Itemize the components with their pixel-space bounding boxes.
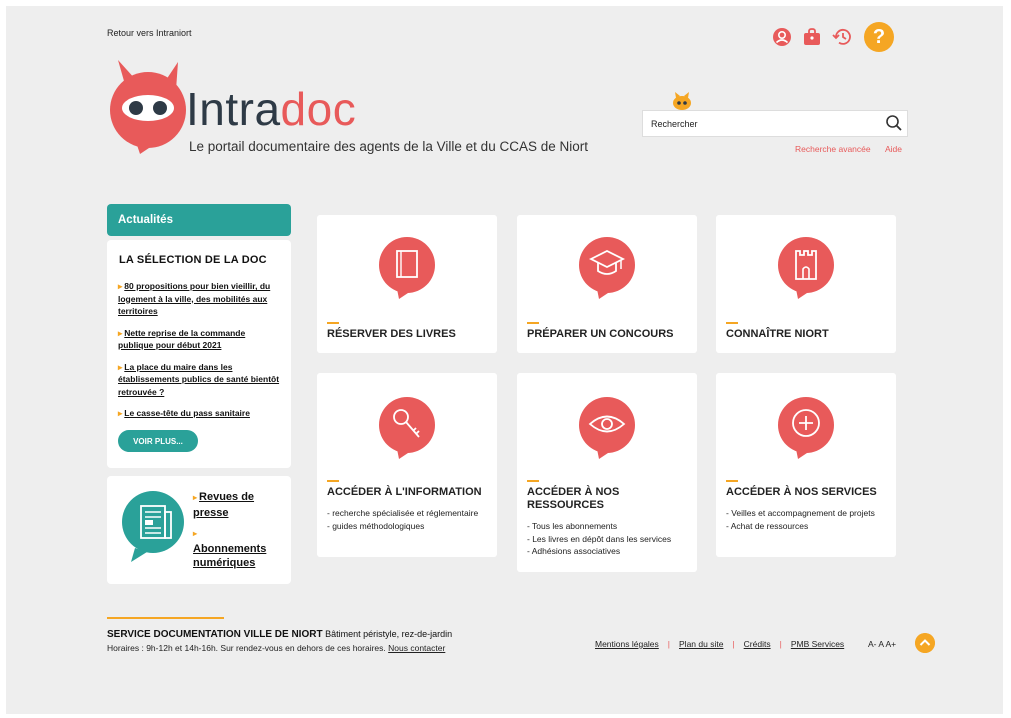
book-icon: [379, 237, 435, 299]
title-accent-dash: [527, 480, 539, 482]
help-icon[interactable]: ?: [864, 22, 894, 52]
tile-access-information[interactable]: ACCÉDER À L'INFORMATION - recherche spéc…: [317, 373, 497, 557]
help-link[interactable]: Aide: [885, 144, 902, 154]
intradoc-mascot-logo: [110, 60, 186, 154]
tile-description: - recherche spécialisée et réglementaire…: [327, 508, 479, 531]
footer-links: Mentions légales | Plan du site | Crédit…: [595, 639, 844, 649]
bullet-arrow-icon: ▸: [118, 281, 123, 291]
tower-icon: [778, 237, 834, 299]
credits-link[interactable]: Crédits: [744, 639, 771, 649]
search-icon[interactable]: [885, 114, 903, 132]
font-size-controls[interactable]: A- A A+: [868, 639, 896, 649]
press-links: ▸ Revues de presse ▸ Abonnements numérique…: [193, 490, 289, 571]
bullet-arrow-icon: ▸: [118, 361, 123, 372]
separator: |: [732, 639, 735, 649]
title-accent-dash: [726, 480, 738, 482]
tile-prepare-exam[interactable]: PRÉPARER UN CONCOURS: [517, 215, 697, 353]
history-icon[interactable]: [832, 27, 854, 47]
newspaper-icon: [122, 491, 184, 562]
news-item[interactable]: ▸ Le casse-tête du pass sanitaire: [118, 407, 282, 420]
basket-icon[interactable]: [802, 27, 822, 47]
footer-organisation: SERVICE DOCUMENTATION VILLE DE NIORT Bât…: [107, 629, 453, 640]
tile-title: CONNAÎTRE NIORT: [726, 328, 829, 340]
legal-notice-link[interactable]: Mentions légales: [595, 639, 659, 649]
bullet-arrow-icon: ▸: [118, 327, 123, 338]
news-list: ▸ 80 propositions pour bien vieillir, du …: [118, 280, 282, 429]
tile-description: - Tous les abonnements - Les livres en d…: [527, 521, 672, 556]
press-review-link[interactable]: ▸ Revues de presse: [193, 490, 289, 520]
back-to-top-icon[interactable]: [915, 633, 935, 653]
tile-title: PRÉPARER UN CONCOURS: [527, 328, 674, 340]
title-accent-dash: [327, 480, 339, 482]
site-tagline: Le portail documentaire des agents de la…: [189, 139, 588, 154]
news-item[interactable]: ▸ 80 propositions pour bien vieillir, du …: [118, 280, 282, 318]
tile-title: ACCÉDER À NOS SERVICES: [726, 486, 877, 498]
footer-accent-line: [107, 617, 224, 619]
press-card: ▸ Revues de presse ▸ Abonnements numérique…: [107, 476, 291, 584]
separator: |: [667, 639, 671, 649]
logo-text-part1: Intra: [186, 83, 281, 135]
graduation-cap-icon: [579, 237, 635, 299]
top-icons: ?: [772, 22, 894, 52]
tile-title: ACCÉDER À NOS RESSOURCES: [527, 486, 620, 511]
back-to-intraniort-link[interactable]: Retour vers Intraniort: [107, 28, 192, 38]
tile-title: RÉSERVER DES LIVRES: [327, 328, 456, 340]
tile-access-resources[interactable]: ACCÉDER À NOS RESSOURCES - Tous les abon…: [517, 373, 697, 572]
separator: |: [779, 639, 782, 649]
tile-know-niort[interactable]: CONNAÎTRE NIORT: [716, 215, 896, 353]
tile-description: - Veilles et accompagnement de projets -…: [726, 508, 875, 531]
title-accent-dash: [327, 322, 339, 324]
tile-access-services[interactable]: ACCÉDER À NOS SERVICES - Veilles et acco…: [716, 373, 896, 557]
small-mascot-icon: [673, 92, 691, 110]
key-icon: [379, 397, 435, 459]
pmb-services-link[interactable]: PMB Services: [791, 639, 844, 649]
sitemap-link[interactable]: Plan du site: [679, 639, 723, 649]
advanced-search-link[interactable]: Recherche avancée: [795, 144, 871, 154]
see-more-button[interactable]: VOIR PLUS...: [118, 430, 198, 452]
user-icon[interactable]: [772, 27, 792, 47]
footer-hours: Horaires : 9h-12h et 14h-16h. Sur rendez…: [107, 643, 446, 653]
news-item[interactable]: ▸ La place du maire dans les établissemen…: [118, 361, 282, 399]
eye-icon: [579, 397, 635, 459]
search-box: [642, 110, 908, 137]
tile-title: ACCÉDER À L'INFORMATION: [327, 486, 482, 498]
news-section-title: LA SÉLECTION DE LA DOC: [119, 254, 267, 266]
news-header: Actualités: [107, 204, 291, 236]
search-input[interactable]: [649, 115, 873, 133]
tile-reserve-books[interactable]: RÉSERVER DES LIVRES: [317, 215, 497, 353]
bullet-arrow-icon: ▸: [118, 408, 123, 418]
plus-circle-icon: [778, 397, 834, 459]
title-accent-dash: [527, 322, 539, 324]
news-card: LA SÉLECTION DE LA DOC ▸ 80 propositions …: [107, 240, 291, 468]
logo-text-part2: doc: [280, 83, 357, 135]
site-logo-text[interactable]: Intradoc: [186, 82, 356, 136]
news-item[interactable]: ▸ Nette reprise de la commande publique p…: [118, 327, 282, 352]
title-accent-dash: [726, 322, 738, 324]
contact-link[interactable]: Nous contacter: [388, 643, 445, 653]
digital-subscriptions-link[interactable]: ▸ Abonnements numériques: [193, 526, 289, 571]
